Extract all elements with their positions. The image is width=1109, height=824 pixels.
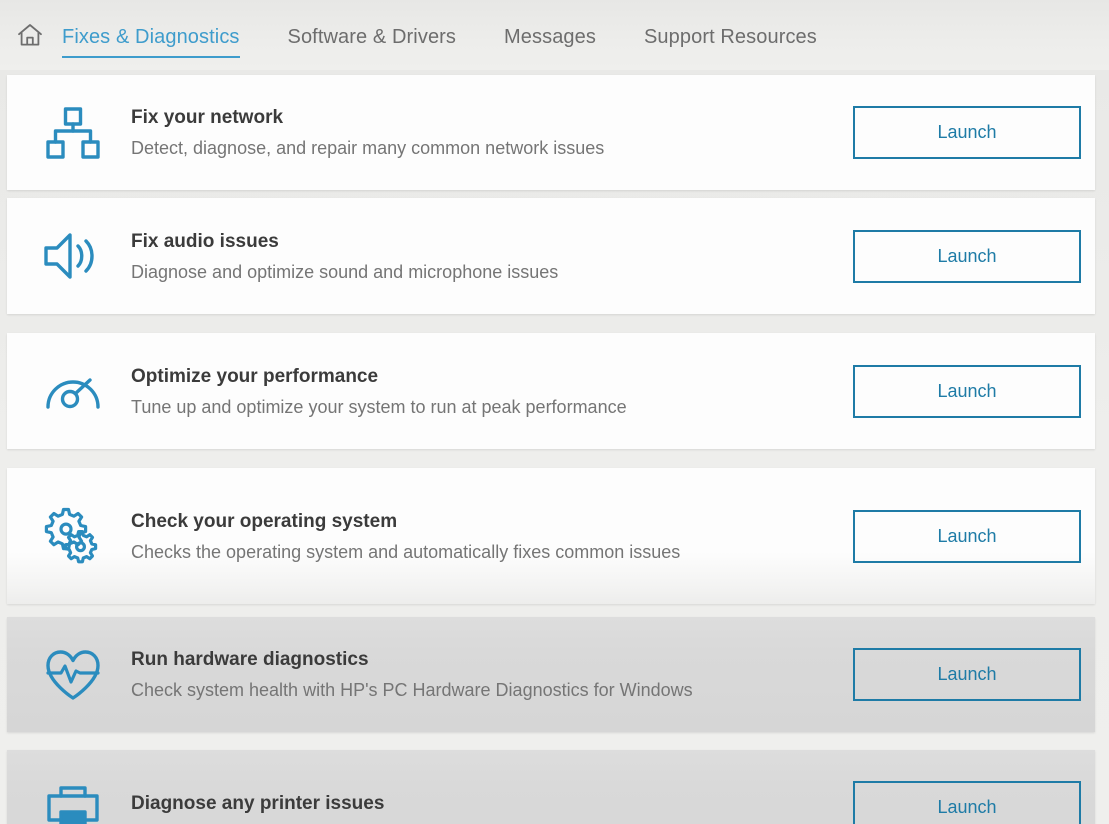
card-description: Diagnose and optimize sound and micropho… [131,261,559,282]
launch-button[interactable]: Launch [853,364,1081,418]
card-text-block: Check your operating system Checks the o… [111,510,853,563]
tab-software-and-drivers[interactable]: Software & Drivers [288,25,457,58]
tab-list: Fixes & Diagnostics Software & Drivers M… [62,12,817,58]
gauge-icon [35,365,111,417]
card-check-your-operating-system[interactable]: Check your operating system Checks the o… [7,468,1095,604]
launch-button[interactable]: Launch [853,106,1081,159]
tab-label: Software & Drivers [287,26,457,48]
card-title: Optimize your performance [131,365,379,387]
tab-fixes-and-diagnostics[interactable]: Fixes & Diagnostics [62,25,240,58]
card-fix-your-network[interactable]: Fix your network Detect, diagnose, and r… [7,75,1095,190]
top-navigation-bar: Fixes & Diagnostics Software & Drivers M… [0,0,1109,70]
card-description: Checks the operating system and automati… [131,541,681,562]
home-icon[interactable] [10,15,50,55]
card-text-block: Optimize your performance Tune up and op… [111,365,853,418]
card-fix-audio-issues[interactable]: Fix audio issues Diagnose and optimize s… [7,198,1095,314]
card-diagnose-any-printer-issues[interactable]: Diagnose any printer issues Launch [7,750,1095,824]
card-title: Fix audio issues [131,230,279,252]
card-description: Detect, diagnose, and repair many common… [131,138,605,158]
card-title: Fix your network [131,107,284,128]
card-title: Diagnose any printer issues [131,793,385,814]
launch-button[interactable]: Launch [853,648,1081,701]
card-text-block: Run hardware diagnostics Check system he… [111,648,853,701]
tab-label: Support Resources [643,26,817,48]
card-text-block: Diagnose any printer issues [111,792,853,823]
launch-button[interactable]: Launch [853,509,1081,563]
gears-icon [35,505,111,567]
tab-messages[interactable]: Messages [504,25,596,58]
printer-icon [35,782,111,824]
tab-label: Fixes & Diagnostics [62,26,240,48]
launch-button[interactable]: Launch [853,229,1081,283]
card-text-block: Fix your network Detect, diagnose, and r… [111,106,853,159]
card-title: Run hardware diagnostics [131,649,369,670]
speaker-icon [35,230,111,282]
tab-support-resources[interactable]: Support Resources [644,25,817,58]
diagnostics-card-list: Fix your network Detect, diagnose, and r… [0,70,1109,824]
launch-button[interactable]: Launch [853,781,1081,824]
card-optimize-your-performance[interactable]: Optimize your performance Tune up and op… [7,333,1095,449]
card-description: Check system health with HP's PC Hardwar… [131,680,693,700]
heart-pulse-icon [35,647,111,703]
card-title: Check your operating system [131,510,398,532]
card-text-block: Fix audio issues Diagnose and optimize s… [111,230,853,283]
fixes-and-diagnostics-page: Fixes & Diagnostics Software & Drivers M… [0,0,1109,824]
tab-label: Messages [504,26,596,48]
network-icon [35,104,111,162]
card-run-hardware-diagnostics[interactable]: Run hardware diagnostics Check system he… [7,617,1095,732]
card-description: Tune up and optimize your system to run … [131,396,627,417]
